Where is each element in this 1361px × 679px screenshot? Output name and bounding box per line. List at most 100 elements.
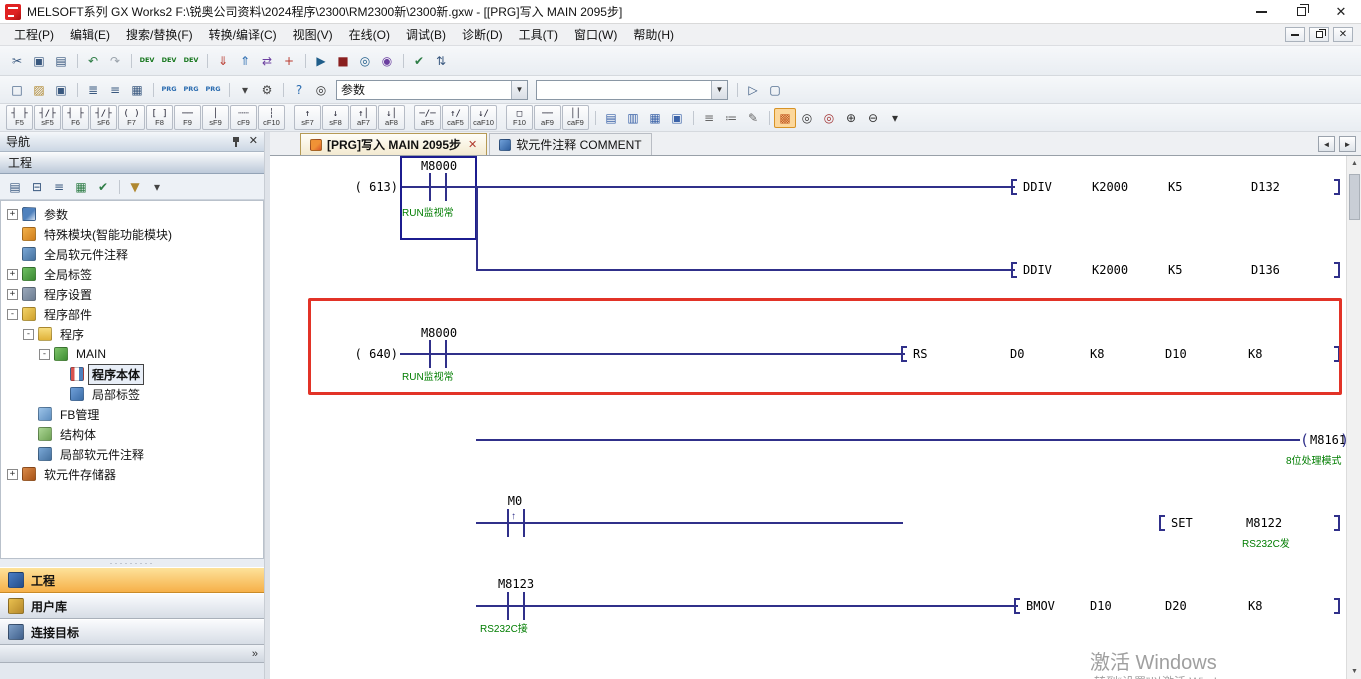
fkey-button[interactable]: ┤/├ sF6: [90, 105, 117, 130]
tree-item[interactable]: + 软元件存储器: [1, 464, 263, 484]
monitor-stop-icon[interactable]: ■: [332, 51, 354, 71]
transfer-setup-icon[interactable]: ⇅: [430, 51, 452, 71]
mdi-restore-button[interactable]: [1309, 27, 1329, 42]
combo-dropdown-arrow[interactable]: ▼: [711, 81, 727, 99]
panel-close-icon[interactable]: ✕: [249, 136, 258, 147]
minimize-button[interactable]: [1241, 0, 1281, 23]
find-device-icon[interactable]: ◎: [310, 80, 332, 100]
menu-item[interactable]: 诊断(D): [454, 24, 511, 46]
help-icon[interactable]: ?: [288, 80, 310, 100]
copy-icon[interactable]: ▣: [28, 51, 50, 71]
comment-display-icon[interactable]: ≡: [104, 80, 126, 100]
find-replace-icon[interactable]: ◎: [818, 108, 840, 128]
mdi-close-button[interactable]: ✕: [1333, 27, 1353, 42]
chevron-overflow-icon[interactable]: »: [252, 648, 258, 660]
tool-setting-icon[interactable]: ⚙: [256, 80, 278, 100]
device-memory-icon[interactable]: ▦: [70, 177, 92, 197]
cut-icon[interactable]: ✂: [6, 51, 28, 71]
sort-icon[interactable]: ≡: [48, 177, 70, 197]
fkey-button[interactable]: ↑/ caF5: [442, 105, 469, 130]
collapse-all-icon[interactable]: ⊟: [26, 177, 48, 197]
menu-item[interactable]: 视图(V): [285, 24, 341, 46]
secondary-combo[interactable]: ▼: [536, 80, 728, 100]
monitor-start-icon[interactable]: ▶: [310, 51, 332, 71]
tree-item[interactable]: 局部标签: [1, 384, 263, 404]
vertical-scrollbar[interactable]: ▲ ▼: [1346, 156, 1361, 679]
fkey-button[interactable]: ┤/├ sF5: [34, 105, 61, 130]
ladder-edit-mode-icon[interactable]: ▤: [600, 108, 622, 128]
note-edit-icon[interactable]: ✎: [742, 108, 764, 128]
navigator-view-button[interactable]: 连接目标: [0, 619, 264, 645]
undo-icon[interactable]: ↶: [82, 51, 104, 71]
tree-item[interactable]: 局部软元件注释: [1, 444, 263, 464]
expander-icon[interactable]: -: [23, 329, 34, 340]
scroll-down-arrow-icon[interactable]: ▼: [1347, 664, 1361, 679]
tab-scroll-right-button[interactable]: ►: [1339, 136, 1356, 152]
monitor-mode-icon[interactable]: ▣: [666, 108, 688, 128]
menu-item[interactable]: 调试(B): [398, 24, 454, 46]
zoom-find-icon[interactable]: ◎: [796, 108, 818, 128]
fkey-button[interactable]: ─/─ aF5: [414, 105, 441, 130]
expander-icon[interactable]: -: [7, 309, 18, 320]
statement-edit-icon[interactable]: ≔: [720, 108, 742, 128]
tab-scroll-left-button[interactable]: ◄: [1318, 136, 1335, 152]
comment-edit-icon[interactable]: ≡: [698, 108, 720, 128]
zoom-dropdown-arrow-icon[interactable]: ▾: [884, 108, 906, 128]
tree-item[interactable]: - 程序部件: [1, 304, 263, 324]
expander-icon[interactable]: +: [7, 469, 18, 480]
save-project-icon[interactable]: ▣: [50, 80, 72, 100]
check-icon[interactable]: ✔: [92, 177, 114, 197]
close-button[interactable]: ✕: [1321, 0, 1361, 23]
fkey-button[interactable]: ( ) F7: [118, 105, 145, 130]
pin-icon[interactable]: [231, 136, 241, 148]
combo-dropdown-arrow[interactable]: ▼: [511, 81, 527, 99]
parameter-display-icon[interactable]: ▤: [4, 177, 26, 197]
fkey-button[interactable]: ││ caF9: [562, 105, 589, 130]
tree-item[interactable]: + 程序设置: [1, 284, 263, 304]
project-tree[interactable]: + 参数 特殊模块(智能功能模块) 全局软元件注释 +: [0, 200, 264, 559]
read-mode-icon[interactable]: ▥: [622, 108, 644, 128]
panel-resize-handle[interactable]: ·········: [0, 559, 264, 567]
plc-verify-icon[interactable]: ⇄: [256, 51, 278, 71]
menu-item[interactable]: 工程(P): [6, 24, 62, 46]
write-mode-icon[interactable]: ▦: [644, 108, 666, 128]
tab-close-icon[interactable]: ✕: [468, 138, 477, 151]
tree-item[interactable]: 全局软元件注释: [1, 244, 263, 264]
menu-item[interactable]: 在线(O): [341, 24, 398, 46]
tree-item[interactable]: + 全局标签: [1, 264, 263, 284]
tree-item[interactable]: + 参数: [1, 204, 263, 224]
mdi-minimize-button[interactable]: [1285, 27, 1305, 42]
menu-item[interactable]: 帮助(H): [625, 24, 682, 46]
menu-item[interactable]: 搜索/替换(F): [118, 24, 201, 46]
device-memory-write-icon[interactable]: DEV: [136, 51, 158, 71]
program-check-icon[interactable]: ✔: [408, 51, 430, 71]
expander-icon[interactable]: +: [7, 289, 18, 300]
tree-item[interactable]: - MAIN: [1, 344, 263, 364]
device-memory-monitor-icon[interactable]: DEV: [180, 51, 202, 71]
fkey-button[interactable]: ↓│ aF8: [378, 105, 405, 130]
navigator-view-button[interactable]: 用户库: [0, 593, 264, 619]
menu-item[interactable]: 窗口(W): [566, 24, 625, 46]
navigator-view-button[interactable]: 工程: [0, 567, 264, 593]
tab-prg-main[interactable]: [PRG]写入 MAIN 2095步 ✕: [300, 133, 487, 155]
plc-write-icon[interactable]: ⇓: [212, 51, 234, 71]
fkey-button[interactable]: [ ] F8: [146, 105, 173, 130]
device-test-icon[interactable]: ◉: [376, 51, 398, 71]
expander-icon[interactable]: +: [7, 269, 18, 280]
menu-item[interactable]: 工具(T): [511, 24, 566, 46]
fkey-button[interactable]: □ F10: [506, 105, 533, 130]
fkey-button[interactable]: ┆ cF10: [258, 105, 285, 130]
keyword-combo[interactable]: 参数 ▼: [336, 80, 528, 100]
scrollbar-thumb[interactable]: [1349, 174, 1360, 220]
ladder-canvas[interactable]: ( 613) M8000 RUN监视常 DDIV K2000 K5 D132 D…: [270, 156, 1346, 679]
fkey-button[interactable]: ↓/ caF10: [470, 105, 497, 130]
ladder-display-icon[interactable]: ≣: [82, 80, 104, 100]
tree-item[interactable]: 特殊模块(智能功能模块): [1, 224, 263, 244]
expander-icon[interactable]: +: [7, 209, 18, 220]
zoom-out-icon[interactable]: ⊖: [862, 108, 884, 128]
restore-button[interactable]: [1281, 0, 1321, 23]
expander-icon[interactable]: -: [39, 349, 50, 360]
tree-item[interactable]: 结构体: [1, 424, 263, 444]
zoom-in-icon[interactable]: ⊕: [840, 108, 862, 128]
menu-item[interactable]: 转换/编译(C): [201, 24, 285, 46]
